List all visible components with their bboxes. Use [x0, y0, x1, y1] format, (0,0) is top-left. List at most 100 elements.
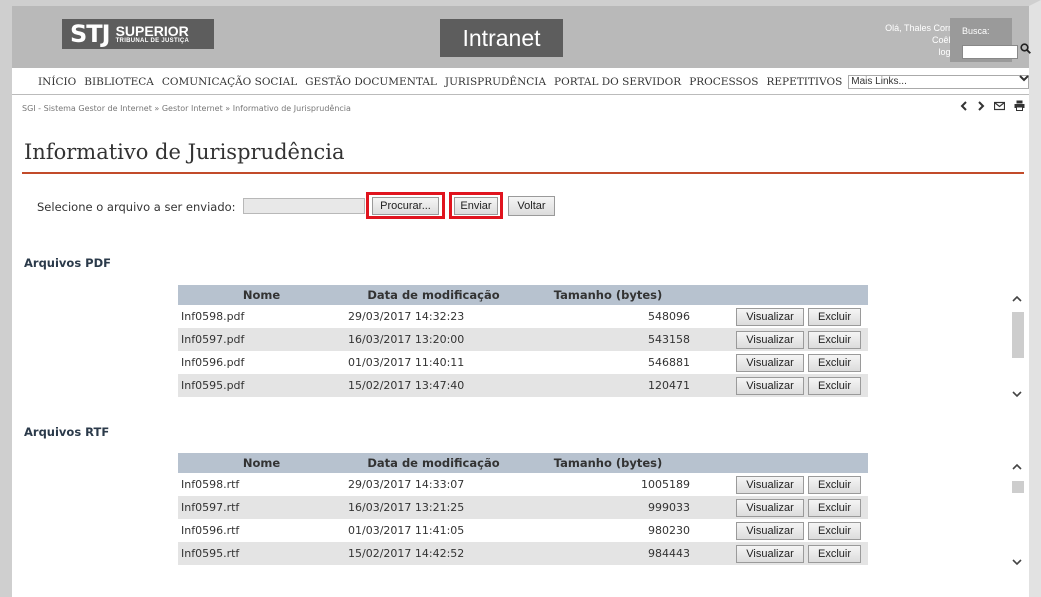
mail-icon[interactable]: [993, 100, 1006, 114]
row-actions: Visualizar Excluir: [694, 351, 868, 374]
row-actions: Visualizar Excluir: [694, 496, 868, 519]
scroll-down-icon[interactable]: [1010, 388, 1024, 401]
send-button[interactable]: Enviar: [454, 197, 498, 215]
file-name: Inf0596.rtf: [178, 519, 345, 542]
chevron-left-icon[interactable]: [960, 100, 968, 114]
main-menu: INÍCIO BIBLIOTECA COMUNICAÇÃO SOCIAL GES…: [12, 70, 1029, 95]
column-header-tamanho: Tamanho (bytes): [522, 285, 694, 305]
view-button[interactable]: Visualizar: [736, 475, 804, 494]
menu-item-portal-do-servidor[interactable]: PORTAL DO SERVIDOR: [554, 76, 681, 88]
file-date: 29/03/2017 14:32:23: [345, 305, 522, 328]
file-date: 15/02/2017 13:47:40: [345, 374, 522, 397]
column-header-actions: [694, 453, 868, 473]
table-row: Inf0597.rtf 16/03/2017 13:21:25 999033 V…: [178, 496, 868, 519]
file-name: Inf0597.rtf: [178, 496, 345, 519]
row-actions: Visualizar Excluir: [694, 305, 868, 328]
row-actions: Visualizar Excluir: [694, 519, 868, 542]
column-header-data: Data de modificação: [345, 285, 522, 305]
pdf-scrollbar[interactable]: [1010, 288, 1024, 412]
table-row: Inf0596.rtf 01/03/2017 11:41:05 980230 V…: [178, 519, 868, 542]
rtf-scrollbar[interactable]: [1010, 456, 1024, 580]
table-row: Inf0595.pdf 15/02/2017 13:47:40 120471 V…: [178, 374, 868, 397]
scrollbar-thumb[interactable]: [1012, 312, 1024, 358]
browse-button[interactable]: Procurar...: [372, 197, 439, 215]
view-button[interactable]: Visualizar: [736, 307, 804, 326]
file-name: Inf0597.pdf: [178, 328, 345, 351]
delete-button[interactable]: Excluir: [808, 521, 861, 540]
upload-label: Selecione o arquivo a ser enviado:: [37, 200, 236, 214]
print-icon[interactable]: [1014, 100, 1025, 114]
search-input[interactable]: [962, 45, 1018, 59]
breadcrumb: SGI - Sistema Gestor de Internet » Gesto…: [22, 104, 351, 113]
search-icon[interactable]: [1020, 43, 1031, 57]
page-title: Informativo de Jurisprudência: [24, 140, 345, 164]
delete-button[interactable]: Excluir: [808, 475, 861, 494]
row-actions: Visualizar Excluir: [694, 328, 868, 351]
table-header-row: Nome Data de modificação Tamanho (bytes): [178, 453, 868, 473]
table-row: Inf0595.rtf 15/02/2017 14:42:52 984443 V…: [178, 542, 868, 565]
file-name: Inf0598.pdf: [178, 305, 345, 328]
column-header-nome: Nome: [178, 285, 345, 305]
delete-button[interactable]: Excluir: [808, 376, 861, 395]
menu-item-comunicacao-social[interactable]: COMUNICAÇÃO SOCIAL: [162, 76, 297, 88]
pdf-files-table: Nome Data de modificação Tamanho (bytes)…: [178, 285, 868, 397]
file-size: 546881: [522, 351, 694, 374]
delete-button[interactable]: Excluir: [808, 544, 861, 563]
column-header-actions: [694, 285, 868, 305]
table-header-row: Nome Data de modificação Tamanho (bytes): [178, 285, 868, 305]
delete-button[interactable]: Excluir: [808, 330, 861, 349]
logo-superior: SUPERIOR: [115, 23, 189, 39]
pdf-section-title: Arquivos PDF: [24, 256, 112, 270]
menu-item-biblioteca[interactable]: BIBLIOTECA: [84, 76, 154, 88]
more-links-select[interactable]: Mais Links...: [848, 75, 1029, 89]
logo-tribunal: TRIBUNAL DE JUSTIÇA: [115, 38, 190, 44]
table-row: Inf0598.rtf 29/03/2017 14:33:07 1005189 …: [178, 473, 868, 496]
table-row: Inf0596.pdf 01/03/2017 11:40:11 546881 V…: [178, 351, 868, 374]
scroll-down-icon[interactable]: [1010, 556, 1024, 569]
scrollbar-thumb[interactable]: [1012, 481, 1024, 493]
delete-button[interactable]: Excluir: [808, 498, 861, 517]
stj-logo[interactable]: STJ SUPERIOR TRIBUNAL DE JUSTIÇA: [62, 19, 214, 49]
chevron-right-icon[interactable]: [977, 100, 985, 114]
title-divider: [22, 172, 1024, 174]
menu-item-repetitivos[interactable]: REPETITIVOS: [766, 76, 842, 88]
row-actions: Visualizar Excluir: [694, 542, 868, 565]
column-header-nome: Nome: [178, 453, 345, 473]
logo-subtitle: SUPERIOR TRIBUNAL DE JUSTIÇA: [116, 24, 190, 44]
file-size: 543158: [522, 328, 694, 351]
menu-item-jurisprudencia[interactable]: JURISPRUDÊNCIA: [445, 76, 546, 88]
file-date: 01/03/2017 11:40:11: [345, 351, 522, 374]
column-header-tamanho: Tamanho (bytes): [522, 453, 694, 473]
view-button[interactable]: Visualizar: [736, 376, 804, 395]
scroll-up-icon[interactable]: [1010, 460, 1024, 473]
file-name: Inf0596.pdf: [178, 351, 345, 374]
file-size: 984443: [522, 542, 694, 565]
view-button[interactable]: Visualizar: [736, 330, 804, 349]
menu-item-gestao-documental[interactable]: GESTÃO DOCUMENTAL: [305, 76, 437, 88]
file-path-field[interactable]: [243, 198, 365, 214]
file-date: 16/03/2017 13:21:25: [345, 496, 522, 519]
scroll-up-icon[interactable]: [1010, 292, 1024, 305]
back-button[interactable]: Voltar: [508, 196, 555, 216]
menu-item-processos[interactable]: PROCESSOS: [689, 76, 758, 88]
view-button[interactable]: Visualizar: [736, 544, 804, 563]
table-row: Inf0598.pdf 29/03/2017 14:32:23 548096 V…: [178, 305, 868, 328]
delete-button[interactable]: Excluir: [808, 353, 861, 372]
view-button[interactable]: Visualizar: [736, 498, 804, 517]
view-button[interactable]: Visualizar: [736, 521, 804, 540]
view-button[interactable]: Visualizar: [736, 353, 804, 372]
row-actions: Visualizar Excluir: [694, 374, 868, 397]
file-date: 01/03/2017 11:41:05: [345, 519, 522, 542]
logo-stj-text: STJ: [70, 20, 111, 48]
file-date: 16/03/2017 13:20:00: [345, 328, 522, 351]
file-name: Inf0595.rtf: [178, 542, 345, 565]
file-size: 999033: [522, 496, 694, 519]
rtf-files-table: Nome Data de modificação Tamanho (bytes)…: [178, 453, 868, 565]
file-size: 1005189: [522, 473, 694, 496]
file-date: 15/02/2017 14:42:52: [345, 542, 522, 565]
table-row: Inf0597.pdf 16/03/2017 13:20:00 543158 V…: [178, 328, 868, 351]
file-size: 120471: [522, 374, 694, 397]
delete-button[interactable]: Excluir: [808, 307, 861, 326]
chevron-down-icon[interactable]: [1019, 74, 1029, 85]
menu-item-inicio[interactable]: INÍCIO: [38, 76, 76, 88]
